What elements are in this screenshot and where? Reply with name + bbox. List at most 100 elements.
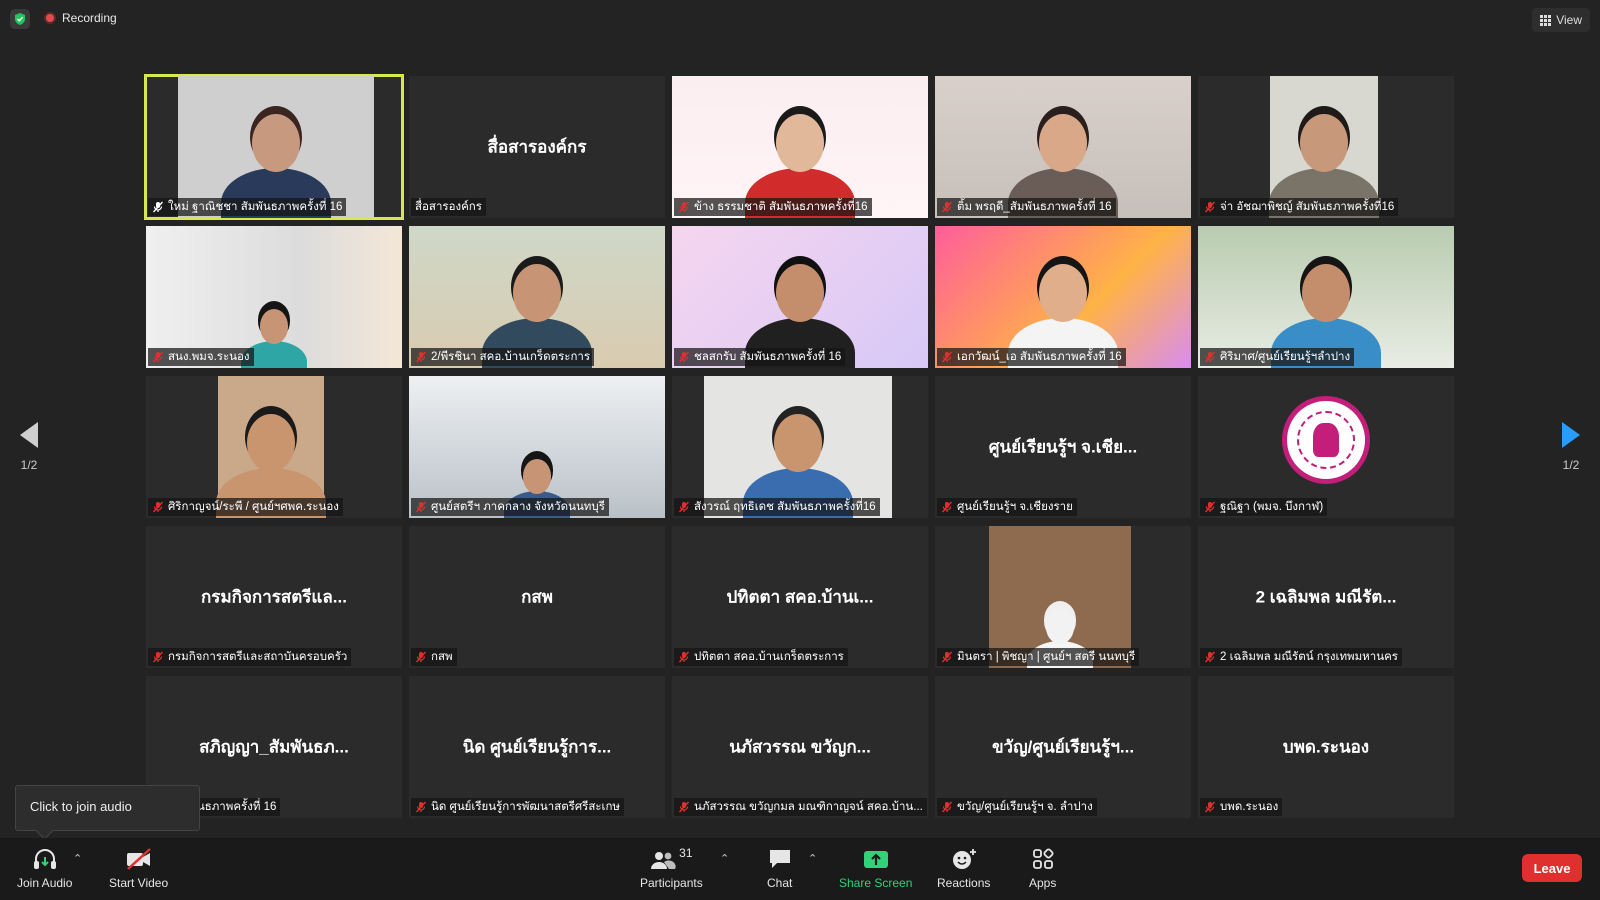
participant-name: ชลสกรับ สัมพันธภาพครั้งที่ 16: [694, 351, 842, 363]
participant-tile[interactable]: ศิริมาศ/ศูนย์เรียนรู้ฯลำปาง: [1198, 226, 1454, 368]
mic-muted-icon: [941, 201, 953, 213]
recording-dot-icon: [44, 12, 56, 24]
participant-tile[interactable]: สื่อสารองค์กร สื่อสารองค์กร: [409, 76, 665, 218]
mic-muted-icon: [678, 351, 690, 363]
apps-button[interactable]: Apps: [1029, 846, 1056, 890]
participant-figure: [672, 226, 928, 368]
previous-page-button[interactable]: 1/2: [14, 422, 44, 492]
participant-name-label: สังวรณ์ ฤทธิเดช สัมพันธภาพครั้งที่16: [674, 498, 880, 516]
participant-name-label: ฐณิฐา (พมจ. บึงกาฬ): [1200, 498, 1328, 516]
participant-video: [672, 76, 928, 218]
participant-name-label: ขวัญ/ศูนย์เรียนรู้ฯ จ. ลำปาง: [937, 798, 1097, 816]
view-label: View: [1556, 13, 1582, 27]
participant-tile[interactable]: มินตรา | พิชญา | ศูนย์ฯ สตรี นนทบุรี: [935, 526, 1191, 668]
security-shield-icon[interactable]: [10, 9, 30, 29]
participant-figure: [178, 76, 374, 218]
mic-muted-icon: [415, 351, 427, 363]
view-button[interactable]: View: [1532, 8, 1590, 32]
participant-name: ศูนย์สตรีฯ ภาคกลาง จังหวัดนนทบุรี: [431, 501, 605, 513]
participant-tile[interactable]: สนง.พมจ.ระนอง: [146, 226, 402, 368]
participant-tile[interactable]: กรมกิจการสตรีแล... กรมกิจการสตรีและสถาบัน…: [146, 526, 402, 668]
participant-tile[interactable]: นิด ศูนย์เรียนรู้การ... นิด ศูนย์เรียนรู้…: [409, 676, 665, 818]
mic-muted-icon: [415, 801, 427, 813]
participant-name: ศิริมาศ/ศูนย์เรียนรู้ฯลำปาง: [1220, 351, 1351, 363]
participants-button[interactable]: 31 Participants: [640, 846, 703, 890]
participant-tile[interactable]: ใหม่ ฐาณิชชา สัมพันธภาพครั้งที่ 16: [144, 74, 404, 220]
start-video-button[interactable]: Start Video: [109, 846, 168, 890]
audio-options-caret-icon[interactable]: ⌃: [73, 852, 82, 865]
participant-name: นิด ศูนย์เรียนรู้การพัฒนาสตรีศรีสะเกษ: [431, 801, 621, 813]
participant-tile[interactable]: ปทิตตา สคอ.บ้านเ... ปทิตตา สคอ.บ้านเกร็ดต…: [672, 526, 928, 668]
page-indicator-left: 1/2: [20, 458, 38, 472]
arrow-left-icon: [20, 422, 38, 448]
participant-tile[interactable]: บพด.ระนอง บพด.ระนอง: [1198, 676, 1454, 818]
mic-muted-icon: [415, 501, 427, 513]
participant-name: สังวรณ์ ฤทธิเดช สัมพันธภาพครั้งที่16: [694, 501, 876, 513]
reactions-label: Reactions: [937, 876, 991, 890]
mic-muted-icon: [678, 651, 690, 663]
participant-figure: [1198, 226, 1454, 368]
participant-tile[interactable]: นภัสวรรณ ขวัญก... นภัสวรรณ ขวัญกมล มณฑิกา…: [672, 676, 928, 818]
participant-display-name: นภัสวรรณ ขวัญก...: [729, 737, 871, 757]
participant-tile[interactable]: 2 เฉลิมพล มณีรัต... 2 เฉลิมพล มณีรัตน์ กร…: [1198, 526, 1454, 668]
participant-tile[interactable]: ฐณิฐา (พมจ. บึงกาฬ): [1198, 376, 1454, 518]
share-screen-button[interactable]: Share Screen: [839, 846, 912, 890]
mic-muted-icon: [941, 501, 953, 513]
participant-name-label: นภัสวรรณ ขวัญกมล มณฑิกาญจน์ สคอ.บ้าน...: [674, 798, 927, 816]
participant-tile[interactable]: ศูนย์สตรีฯ ภาคกลาง จังหวัดนนทบุรี: [409, 376, 665, 518]
participant-tile[interactable]: ติ้ม พรฤดี_สัมพันธภาพครั้งที่ 16: [935, 76, 1191, 218]
next-page-button[interactable]: 1/2: [1556, 422, 1586, 492]
join-audio-button[interactable]: Join Audio: [17, 846, 72, 890]
reactions-button[interactable]: Reactions: [937, 846, 990, 890]
chat-caret-icon[interactable]: ⌃: [808, 852, 817, 865]
participants-icon: [651, 852, 676, 869]
recording-indicator[interactable]: Recording: [44, 11, 117, 25]
participant-name-label: ชลสกรับ สัมพันธภาพครั้งที่ 16: [674, 348, 846, 366]
join-audio-tooltip: Click to join audio: [15, 785, 200, 831]
mic-muted-icon: [1204, 351, 1216, 363]
mic-muted-icon: [678, 801, 690, 813]
participant-name-label: ศูนย์สตรีฯ ภาคกลาง จังหวัดนนทบุรี: [411, 498, 609, 516]
mic-muted-icon: [678, 201, 690, 213]
participant-name: ข้าง ธรรมชาติ สัมพันธภาพครั้งที่16: [694, 201, 868, 213]
participant-tile[interactable]: ชลสกรับ สัมพันธภาพครั้งที่ 16: [672, 226, 928, 368]
mic-muted-icon: [1204, 801, 1216, 813]
mic-muted-icon: [941, 351, 953, 363]
participant-figure: [409, 226, 665, 368]
participant-figure: [672, 76, 928, 218]
participant-gallery: ใหม่ ฐาณิชชา สัมพันธภาพครั้งที่ 16 สื่อสา…: [144, 74, 1454, 822]
mic-muted-icon: [152, 201, 164, 213]
participant-name-label: สนง.พมจ.ระนอง: [148, 348, 254, 366]
participant-figure: [1269, 76, 1379, 218]
participant-name: ติ้ม พรฤดี_สัมพันธภาพครั้งที่ 16: [957, 201, 1112, 213]
participant-name-label: ศิริกาญจน์/ระพี / ศูนย์ฯศพค.ระนอง: [148, 498, 343, 516]
participants-count: 31: [679, 846, 693, 860]
participant-display-name: กรมกิจการสตรีแล...: [201, 587, 347, 607]
leave-button[interactable]: Leave: [1522, 854, 1582, 882]
participant-name: มินตรา | พิชญา | ศูนย์ฯ สตรี นนทบุรี: [957, 651, 1136, 663]
page-indicator-right: 1/2: [1562, 458, 1580, 472]
participant-name: ฐณิฐา (พมจ. บึงกาฬ): [1220, 501, 1324, 513]
participant-video: [146, 226, 402, 368]
participant-tile[interactable]: จ่า อัชฌาพิชญ์ สัมพันธภาพครั้งที่16: [1198, 76, 1454, 218]
participant-tile[interactable]: สังวรณ์ ฤทธิเดช สัมพันธภาพครั้งที่16: [672, 376, 928, 518]
participant-name-label: ศูนย์เรียนรู้ฯ จ.เชียงราย: [937, 498, 1077, 516]
participant-video: [935, 76, 1191, 218]
participant-name: ศิริกาญจน์/ระพี / ศูนย์ฯศพค.ระนอง: [168, 501, 339, 513]
mic-muted-icon: [152, 651, 164, 663]
chat-button[interactable]: Chat: [767, 846, 792, 890]
participant-tile[interactable]: ขวัญ/ศูนย์เรียนรู้ฯ... ขวัญ/ศูนย์เรียนรู้…: [935, 676, 1191, 818]
participant-name: เอกวัฒน์_เอ สัมพันธภาพครั้งที่ 16: [957, 351, 1122, 363]
participant-name-label: ติ้ม พรฤดี_สัมพันธภาพครั้งที่ 16: [937, 198, 1116, 216]
participant-tile[interactable]: กสพ กสพ: [409, 526, 665, 668]
participant-tile[interactable]: เอกวัฒน์_เอ สัมพันธภาพครั้งที่ 16: [935, 226, 1191, 368]
participants-caret-icon[interactable]: ⌃: [720, 852, 729, 865]
participant-name: กรมกิจการสตรีและสถาบันครอบครัว: [168, 651, 348, 663]
participant-name-label: ศิริมาศ/ศูนย์เรียนรู้ฯลำปาง: [1200, 348, 1355, 366]
apps-label: Apps: [1029, 876, 1057, 890]
participant-name-label: กรมกิจการสตรีและสถาบันครอบครัว: [148, 648, 352, 666]
participant-tile[interactable]: ข้าง ธรรมชาติ สัมพันธภาพครั้งที่16: [672, 76, 928, 218]
participant-tile[interactable]: ศิริกาญจน์/ระพี / ศูนย์ฯศพค.ระนอง: [146, 376, 402, 518]
participant-tile[interactable]: 2/พีรชินา สคอ.บ้านเกร็ดตระการ: [409, 226, 665, 368]
participant-tile[interactable]: ศูนย์เรียนรู้ฯ จ.เชีย... ศูนย์เรียนรู้ฯ จ…: [935, 376, 1191, 518]
